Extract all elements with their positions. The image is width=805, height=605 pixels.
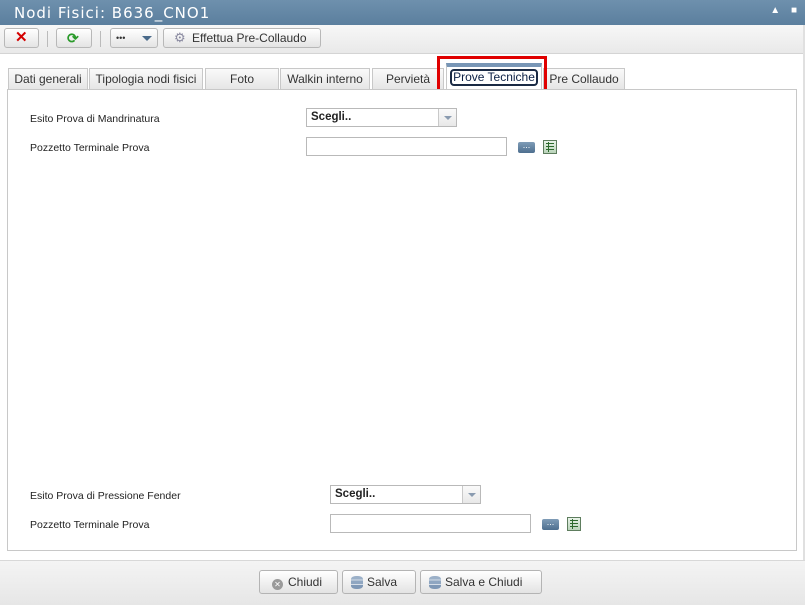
footer-bar: ✕ Chiudi Salva Salva e Chiudi xyxy=(0,560,805,605)
ellipsis-lookup-button[interactable]: ... xyxy=(518,140,535,153)
ellipsis-icon: ... xyxy=(522,140,531,150)
save-close-label: Salva e Chiudi xyxy=(445,575,523,589)
more-actions-dropdown[interactable]: ••• xyxy=(110,28,158,48)
mandrinatura-select[interactable]: Scegli.. xyxy=(306,108,457,127)
tab-dati-generali[interactable]: Dati generali xyxy=(8,68,88,89)
red-x-icon: ✕ xyxy=(15,29,28,46)
pre-collaudo-label: Effettua Pre-Collaudo xyxy=(192,31,307,45)
ellipsis-icon: ... xyxy=(546,517,555,527)
toolbar: ✕ ⟳ ••• ⚙ Effettua Pre-Collaudo xyxy=(0,25,805,54)
tab-tipologia-nodi-fisici[interactable]: Tipologia nodi fisici xyxy=(89,68,203,89)
database-icon xyxy=(429,576,441,589)
more-icon: ••• xyxy=(116,33,126,43)
tab-pervieta[interactable]: Pervietà xyxy=(372,68,444,89)
fender-select[interactable]: Scegli.. xyxy=(330,485,481,504)
window-controls: ▲ ■ xyxy=(762,5,797,16)
cancel-button[interactable]: ✕ xyxy=(4,28,39,48)
toolbar-separator xyxy=(47,31,48,47)
tab-pre-collaudo[interactable]: Pre Collaudo xyxy=(543,68,625,89)
mandrinatura-label: Esito Prova di Mandrinatura xyxy=(30,113,160,125)
mandrinatura-value: Scegli.. xyxy=(311,111,352,123)
pre-collaudo-button[interactable]: ⚙ Effettua Pre-Collaudo xyxy=(163,28,321,48)
window-title: Nodi Fisici: B636_CNO1 xyxy=(14,4,211,22)
pozzetto-terminale-label: Pozzetto Terminale Prova xyxy=(30,142,150,154)
gear-icon: ⚙ xyxy=(174,30,186,45)
save-label: Salva xyxy=(367,575,398,589)
pozzetto-terminale-input[interactable] xyxy=(306,137,507,156)
pozzetto-terminale-input-2[interactable] xyxy=(330,514,531,533)
pozzetto-terminale-label-2: Pozzetto Terminale Prova xyxy=(30,519,150,531)
refresh-button[interactable]: ⟳ xyxy=(56,28,92,48)
database-icon xyxy=(351,576,363,589)
prove-tecniche-panel xyxy=(7,89,797,551)
refresh-icon: ⟳ xyxy=(67,30,79,46)
close-circle-icon: ✕ xyxy=(272,579,283,590)
grid-picker-icon-2[interactable] xyxy=(567,517,581,531)
fender-value: Scegli.. xyxy=(335,488,376,500)
collapse-icon[interactable]: ▲ xyxy=(770,5,780,16)
fender-label: Esito Prova di Pressione Fender xyxy=(30,490,181,502)
chevron-down-icon[interactable] xyxy=(462,486,480,503)
grid-picker-icon[interactable] xyxy=(543,140,557,154)
save-button[interactable]: Salva xyxy=(342,570,416,594)
tab-foto[interactable]: Foto xyxy=(205,68,279,89)
save-and-close-button[interactable]: Salva e Chiudi xyxy=(420,570,542,594)
chevron-down-icon xyxy=(142,36,152,41)
close-label: Chiudi xyxy=(288,575,323,589)
toolbar-separator xyxy=(100,31,101,47)
window-titlebar: Nodi Fisici: B636_CNO1 ▲ ■ xyxy=(0,0,805,25)
close-window-icon[interactable]: ■ xyxy=(791,5,797,16)
tab-walkin-interno[interactable]: Walkin interno xyxy=(280,68,370,89)
chevron-down-icon[interactable] xyxy=(438,109,456,126)
close-button[interactable]: ✕ Chiudi xyxy=(259,570,338,594)
ellipsis-lookup-button-2[interactable]: ... xyxy=(542,517,559,530)
